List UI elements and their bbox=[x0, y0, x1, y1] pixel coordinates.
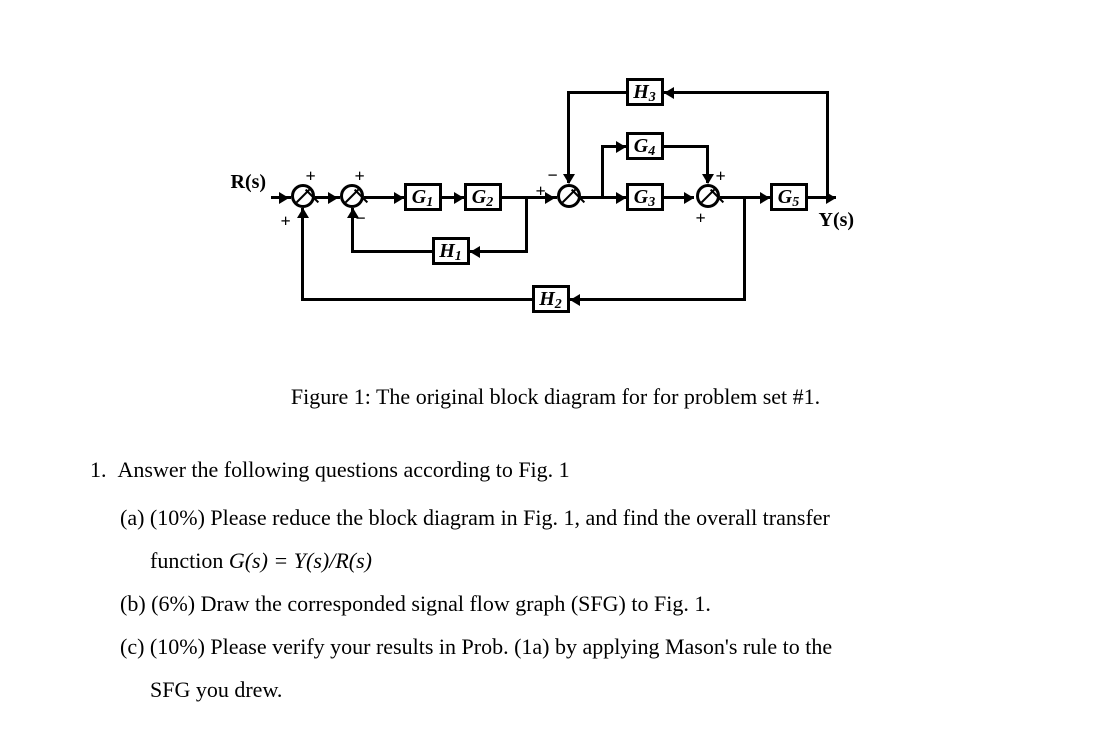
question-1c-line1: (c) (10%) Please verify your results in … bbox=[60, 630, 1051, 663]
summer-3 bbox=[557, 184, 581, 208]
arrow-h3-s3 bbox=[563, 174, 575, 184]
figure-caption: Figure 1: The original block diagram for… bbox=[60, 380, 1051, 413]
block-h2: H2 bbox=[532, 285, 570, 313]
line-h3-up bbox=[826, 91, 829, 199]
sign-s3-left: + bbox=[536, 178, 546, 205]
line-h3-left bbox=[567, 91, 626, 94]
arrow-s3-g3 bbox=[616, 192, 626, 204]
line-g4-down-h bbox=[664, 145, 707, 148]
input-label: R(s) bbox=[231, 167, 267, 197]
block-diagram: R(s) + + + − G1 G2 − bbox=[226, 50, 886, 350]
block-diagram-container: R(s) + + + − G1 G2 − bbox=[206, 50, 906, 350]
question-1-intro: 1. Answer the following questions accord… bbox=[60, 453, 1051, 486]
line-h2-down-right bbox=[743, 197, 746, 300]
question-1c-line2: SFG you drew. bbox=[60, 673, 1051, 706]
arrow-to-h3 bbox=[664, 87, 674, 99]
arrow-s2-g1 bbox=[394, 192, 404, 204]
output-label: Y(s) bbox=[819, 205, 855, 235]
line-h1-left bbox=[351, 250, 433, 253]
block-g1: G1 bbox=[404, 183, 442, 211]
block-h3: H3 bbox=[626, 78, 664, 106]
line-to-h2 bbox=[570, 298, 746, 301]
arrow-g2-s3 bbox=[545, 192, 555, 204]
sign-s2-top: + bbox=[355, 163, 365, 190]
arrow-to-h2 bbox=[570, 294, 580, 306]
question-1b: (b) (6%) Draw the corresponded signal fl… bbox=[60, 587, 1051, 620]
block-g5: G5 bbox=[770, 183, 808, 211]
block-h1: H1 bbox=[432, 237, 470, 265]
sign-s1-bot: + bbox=[281, 208, 291, 235]
question-1a-line1: (a) (10%) Please reduce the block diagra… bbox=[60, 501, 1051, 534]
arrow-to-h1 bbox=[470, 246, 480, 258]
line-h2-up bbox=[301, 208, 304, 301]
arrow-g1-g2 bbox=[454, 192, 464, 204]
block-g4: G4 bbox=[626, 132, 664, 160]
sign-s4-right: + bbox=[716, 163, 726, 190]
arrow-to-g4 bbox=[616, 141, 626, 153]
sign-s1-top: + bbox=[306, 163, 316, 190]
arrow-g3-s4 bbox=[684, 192, 694, 204]
block-g2: G2 bbox=[464, 183, 502, 211]
question-1a-line2: function G(s) = Y(s)/R(s) bbox=[60, 544, 1051, 577]
sign-s4-bot: + bbox=[696, 205, 706, 232]
arrow-h2-s1 bbox=[297, 208, 309, 218]
arrow-s4-g5 bbox=[760, 192, 770, 204]
line-h3-top bbox=[664, 91, 829, 94]
line-branch-g4-up bbox=[601, 145, 604, 197]
arrow-input bbox=[279, 192, 289, 204]
line-h3-down bbox=[567, 91, 570, 183]
block-g3: G3 bbox=[626, 183, 664, 211]
arrow-g4-s4 bbox=[702, 174, 714, 184]
arrow-s1-s2 bbox=[328, 192, 338, 204]
arrow-h1-s2 bbox=[347, 208, 359, 218]
line-h1-down-right bbox=[525, 197, 528, 252]
line-h2-left bbox=[301, 298, 533, 301]
sign-s3-top: − bbox=[548, 162, 558, 189]
